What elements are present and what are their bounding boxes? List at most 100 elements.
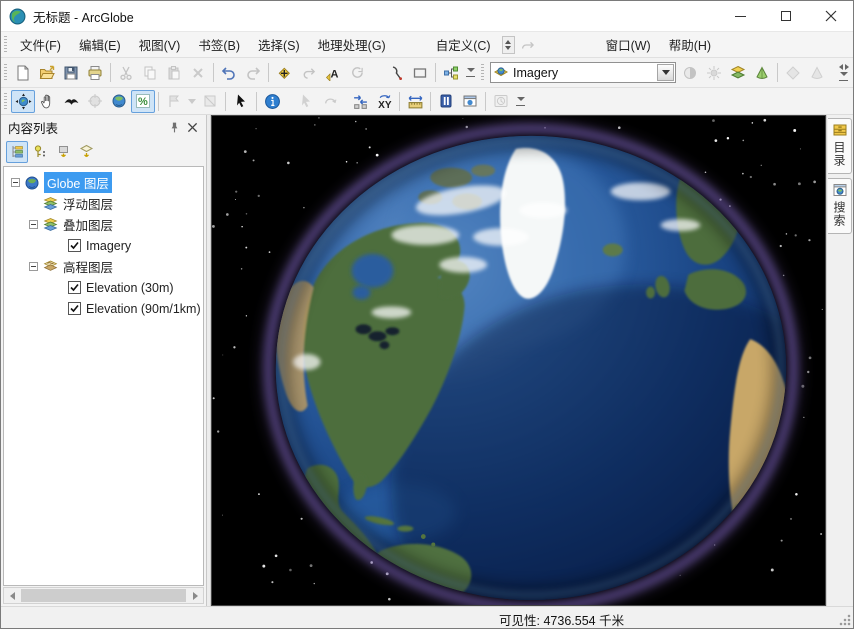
rotate-curve-icon[interactable] (318, 90, 342, 113)
rotate-icon[interactable] (344, 61, 368, 84)
tree-node-elevation-90m[interactable]: Elevation (90m/1km) (4, 298, 203, 319)
tree-node-label[interactable]: 叠加图层 (63, 215, 113, 234)
tree-node-imagery[interactable]: Imagery (4, 235, 203, 256)
transparency-diamond-icon[interactable] (781, 61, 805, 84)
checkbox-checked[interactable] (68, 281, 81, 294)
add-data-icon[interactable] (272, 61, 296, 84)
minimize-button[interactable] (718, 1, 763, 31)
toc-close-icon[interactable] (183, 118, 201, 136)
measure-icon[interactable] (403, 90, 427, 113)
menu-geoprocessing[interactable]: 地理处理(G) (309, 32, 395, 57)
rectangle-icon[interactable] (408, 61, 432, 84)
fly-icon[interactable] (59, 90, 83, 113)
identify-icon[interactable] (260, 90, 284, 113)
open-folder-icon[interactable] (35, 61, 59, 84)
flag-icon[interactable] (162, 90, 186, 113)
menu-edit[interactable]: 编辑(E) (70, 32, 130, 57)
spinner-control[interactable] (502, 36, 515, 54)
tree-node-label[interactable]: Elevation (90m/1km) (86, 302, 201, 316)
toolbar-grip[interactable] (4, 64, 7, 81)
surface-percent-icon[interactable]: % (131, 90, 155, 113)
select-arrow-icon[interactable] (229, 90, 253, 113)
close-button[interactable] (808, 1, 853, 31)
cut-icon[interactable] (114, 61, 138, 84)
list-by-visibility-icon[interactable] (52, 141, 74, 163)
list-by-source-icon[interactable] (29, 141, 51, 163)
redo-small-icon[interactable] (296, 61, 320, 84)
tree-node-label[interactable]: 高程图层 (63, 257, 113, 276)
toc-horizontal-scrollbar[interactable] (3, 587, 204, 604)
checkbox-checked[interactable] (68, 302, 81, 315)
full-extent-icon[interactable] (107, 90, 131, 113)
combo-dropdown-button[interactable] (657, 64, 674, 81)
tree-node-floating-layers[interactable]: 浮动图层 (4, 193, 203, 214)
save-icon[interactable] (59, 61, 83, 84)
redo-icon[interactable] (241, 61, 265, 84)
menu-file[interactable]: 文件(F) (11, 32, 70, 57)
toolbar-grip[interactable] (4, 93, 7, 110)
tab-search[interactable]: 搜索 (828, 178, 852, 234)
paste-icon[interactable] (162, 61, 186, 84)
svg-text:A: A (331, 68, 339, 80)
pin-tool-icon[interactable] (384, 61, 408, 84)
layer-combobox[interactable]: Imagery (490, 62, 676, 83)
redo-curve-icon[interactable] (515, 33, 539, 56)
menu-selection[interactable]: 选择(S) (249, 32, 309, 57)
viewer-window-icon[interactable] (458, 90, 482, 113)
print-icon[interactable] (83, 61, 107, 84)
menu-customize[interactable]: 自定义(C) (427, 32, 500, 57)
swipe-layer-icon[interactable] (726, 61, 750, 84)
time-slider-icon[interactable] (489, 90, 513, 113)
undo-icon[interactable] (217, 61, 241, 84)
label-text-icon[interactable]: A (320, 61, 344, 84)
pan-icon[interactable] (35, 90, 59, 113)
collapse-icon[interactable] (29, 262, 38, 271)
navigate-icon[interactable] (11, 90, 35, 113)
target-icon[interactable] (83, 90, 107, 113)
tree-node-globe-layers[interactable]: Globe 图层 (4, 172, 203, 193)
area-icon[interactable] (198, 90, 222, 113)
menu-bookmarks[interactable]: 书签(B) (189, 32, 249, 57)
collapse-icon[interactable] (11, 178, 20, 187)
flag-dropdown-icon[interactable] (186, 90, 198, 113)
tab-catalog[interactable]: 目录 (828, 118, 852, 174)
tree-node-draped-layers[interactable]: 叠加图层 (4, 214, 203, 235)
menu-help[interactable]: 帮助(H) (660, 32, 720, 57)
find-route-icon[interactable] (348, 90, 372, 113)
base-heights-icon[interactable] (805, 61, 829, 84)
brightness-icon[interactable] (702, 61, 726, 84)
menu-view[interactable]: 视图(V) (130, 32, 190, 57)
scroll-right-icon[interactable] (187, 588, 203, 603)
toolbar-grip[interactable] (481, 64, 484, 81)
delete-icon[interactable] (186, 61, 210, 84)
select-graphics-icon[interactable] (294, 90, 318, 113)
model-builder-icon[interactable] (439, 61, 463, 84)
contrast-icon[interactable] (678, 61, 702, 84)
toolbar-overflow-icon[interactable] (463, 62, 478, 84)
checkbox-checked[interactable] (68, 239, 81, 252)
list-by-drawing-order-icon[interactable] (6, 141, 28, 163)
tree-node-label[interactable]: 浮动图层 (63, 194, 113, 213)
menu-windows[interactable]: 窗口(W) (597, 32, 660, 57)
pyramid-icon[interactable] (750, 61, 774, 84)
toolbar-options-icon[interactable] (836, 62, 851, 84)
copy-icon[interactable] (138, 61, 162, 84)
globe-viewport[interactable] (211, 115, 826, 606)
tree-node-elevation-layers[interactable]: 高程图层 (4, 256, 203, 277)
collapse-icon[interactable] (29, 220, 38, 229)
scroll-left-icon[interactable] (4, 588, 20, 603)
scrollbar-thumb[interactable] (21, 589, 186, 602)
tree-node-elevation-30m[interactable]: Elevation (30m) (4, 277, 203, 298)
html-popup-icon[interactable] (434, 90, 458, 113)
tree-node-label[interactable]: Imagery (86, 239, 131, 253)
toolbar-grip[interactable] (4, 36, 7, 53)
tree-node-label[interactable]: Elevation (30m) (86, 281, 174, 295)
resize-grip[interactable] (839, 614, 851, 626)
pin-icon[interactable] (165, 118, 183, 136)
maximize-button[interactable] (763, 1, 808, 31)
list-by-selection-icon[interactable] (75, 141, 97, 163)
tree-node-label[interactable]: Globe 图层 (44, 172, 112, 193)
new-document-icon[interactable] (11, 61, 35, 84)
go-to-xy-icon[interactable]: XY (372, 90, 396, 113)
toolbar-overflow-icon[interactable] (513, 90, 528, 112)
